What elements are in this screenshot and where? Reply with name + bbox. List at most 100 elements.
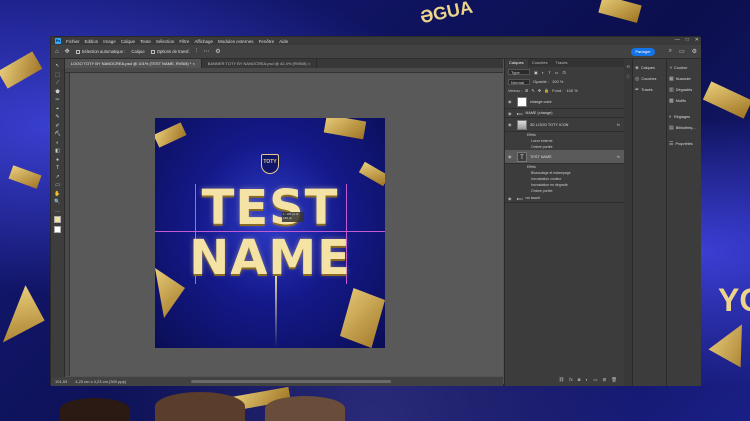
auto-select-checkbox[interactable]: Sélection automatique : (75, 49, 125, 54)
menu-selection[interactable]: Sélection (156, 39, 175, 44)
layer-name[interactable]: no touch (526, 196, 541, 200)
opacity-value[interactable]: 100 % (552, 79, 563, 84)
side-reglages[interactable]: ◐ Réglages (667, 111, 701, 122)
distribute-icon[interactable]: ⋯ (203, 48, 209, 55)
side-traces[interactable]: ✒ Tracés (633, 84, 666, 95)
minimize-button[interactable]: — (675, 37, 680, 43)
layer-row[interactable]: ◉ change color (505, 95, 624, 109)
trash-icon[interactable]: 🗑 (611, 377, 617, 384)
layer-filter-select[interactable]: Type (508, 69, 530, 75)
lock-position-icon[interactable]: ✥ (538, 88, 541, 93)
mask-icon[interactable]: ◙ (578, 377, 581, 384)
zoom-tool-icon[interactable]: 🔍 (54, 199, 60, 205)
share-button[interactable]: Partager (631, 48, 655, 56)
menu-affichage[interactable]: Affichage (194, 39, 213, 44)
menu-texte[interactable]: Texte (140, 39, 151, 44)
crop-tool-icon[interactable]: ✂ (55, 97, 59, 103)
tab-traces[interactable]: Tracés (551, 59, 571, 67)
zoom-level[interactable]: 101,53 (55, 379, 67, 384)
shape-tool-icon[interactable]: ▭ (55, 182, 60, 188)
layer-row[interactable]: ◉ 3D LOGO TOTY ICON fx (505, 118, 624, 132)
side-degrades[interactable]: ▥ Dégradés (667, 84, 701, 95)
side-calques[interactable]: ◈ Calques (633, 62, 666, 73)
3d-mode-icon[interactable]: ⚙ (215, 48, 220, 55)
visibility-eye-icon[interactable]: ◉ (508, 122, 514, 127)
photoshop-logo-icon[interactable]: Ps (55, 38, 61, 44)
new-layer-icon[interactable]: ⊞ (603, 377, 607, 384)
adjust-icon[interactable]: ◐ (586, 377, 589, 384)
side-proprietes[interactable]: ☰ Propriétés (667, 138, 701, 149)
eyedropper-tool-icon[interactable]: ⌖ (56, 106, 59, 112)
marquee-tool-icon[interactable]: ⬚ (55, 72, 60, 78)
tab-banner-toty[interactable]: BANNER TOTY BY NANOCREA.psd @ 42,4% (RVB… (202, 59, 318, 68)
quick-select-tool-icon[interactable]: ⬟ (55, 89, 59, 95)
filter-adjust-icon[interactable]: ◐ (542, 70, 544, 75)
folder-icon[interactable]: ▭ (593, 377, 597, 384)
lock-icon[interactable]: ⊞ (525, 88, 528, 93)
horizontal-scrollbar[interactable] (191, 380, 391, 383)
background-color-swatch[interactable] (54, 225, 61, 233)
window-icon[interactable]: ▭ (679, 48, 685, 55)
blur-tool-icon[interactable]: ● (56, 157, 59, 163)
side-couches[interactable]: ◎ Couches (633, 73, 666, 84)
menu-fenetre[interactable]: Fenêtre (259, 39, 275, 44)
layer-name[interactable]: 3D LOGO TOTY ICON (530, 123, 568, 127)
filter-image-icon[interactable]: ▣ (534, 70, 538, 75)
search-icon[interactable]: ⌕ (669, 48, 672, 55)
close-tab-icon[interactable]: × (192, 61, 194, 66)
visibility-eye-icon[interactable]: ◉ (508, 196, 514, 201)
side-couleur[interactable]: ◑ Couleur (667, 62, 701, 73)
history-icon[interactable]: ⟲ (624, 64, 632, 69)
home-icon[interactable]: ⌂ (55, 49, 59, 55)
layer-name[interactable]: TEST NAME (530, 155, 552, 159)
gradient-tool-icon[interactable]: ◧ (55, 148, 60, 154)
maximize-button[interactable]: □ (686, 37, 689, 43)
menu-aide[interactable]: Aide (279, 39, 288, 44)
lock-pixels-icon[interactable]: ✎ (531, 88, 534, 93)
eraser-tool-icon[interactable]: ⛏ (54, 131, 60, 137)
hand-tool-icon[interactable]: ✋ (54, 191, 60, 197)
side-bibliotheques[interactable]: ▤ Bibliothèq... (667, 122, 701, 133)
dodge-tool-icon[interactable]: ◐ (56, 140, 59, 146)
layer-row-selected[interactable]: ◉ T TEST NAME fx (505, 150, 624, 164)
fx-icon[interactable]: fx (569, 377, 573, 384)
lock-all-icon[interactable]: 🔒 (544, 88, 549, 93)
lasso-tool-icon[interactable]: ⟋ (56, 80, 60, 86)
menu-calque[interactable]: Calque (121, 39, 135, 44)
fill-value[interactable]: 100 % (566, 88, 577, 93)
move-tool-icon[interactable]: ↖ (55, 63, 59, 69)
tab-logo-toty[interactable]: LOGO TOTY BY NANOCREA.psd @ 101% (TEST N… (65, 59, 202, 68)
path-select-tool-icon[interactable]: ↗ (55, 174, 59, 180)
menu-filtre[interactable]: Filtre (179, 39, 189, 44)
visibility-eye-icon[interactable]: ◉ (508, 154, 514, 159)
info-icon[interactable]: ⓘ (624, 74, 632, 80)
settings-icon[interactable]: ⚙ (692, 48, 697, 55)
menu-modules[interactable]: Modules externes (218, 39, 254, 44)
align-icon[interactable]: ⫶ (196, 48, 198, 55)
filter-shape-icon[interactable]: ▭ (555, 70, 559, 75)
layer-row[interactable]: ◉ ▸▭ NAME (change) (505, 109, 624, 118)
more-tools-icon[interactable]: … (55, 208, 60, 214)
type-tool-icon[interactable]: T (56, 165, 59, 171)
document-info[interactable]: 4,23 cm x 4,23 cm (300 ppp) (75, 379, 126, 384)
close-button[interactable]: ✕ (695, 37, 699, 43)
side-motifs[interactable]: ▩ Motifs (667, 95, 701, 106)
filter-text-icon[interactable]: T (548, 70, 550, 75)
tab-couches[interactable]: Couches (528, 59, 552, 67)
menu-fichier[interactable]: Fichier (66, 39, 80, 44)
foreground-color-swatch[interactable] (54, 216, 61, 223)
link-icon[interactable]: ⛓ (559, 377, 565, 384)
fx-icon[interactable]: fx (617, 154, 620, 159)
filter-smart-icon[interactable]: ⊡ (562, 70, 565, 75)
artboard-canvas[interactable]: TOTY TEST NAME L: 106 px H: 155 px (155, 118, 385, 348)
menu-edition[interactable]: Edition (85, 39, 99, 44)
auto-select-target[interactable]: Calque (131, 49, 144, 54)
stamp-tool-icon[interactable]: ✐ (55, 123, 59, 129)
layer-name[interactable]: change color (530, 100, 552, 104)
tab-calques[interactable]: Calques (505, 59, 528, 67)
layer-name[interactable]: NAME (change) (526, 111, 553, 115)
headline-line-2[interactable]: NAME (155, 230, 385, 286)
fx-icon[interactable]: fx (617, 122, 620, 127)
headline-line-1[interactable]: TEST (155, 180, 385, 236)
visibility-eye-icon[interactable]: ◉ (508, 111, 514, 116)
